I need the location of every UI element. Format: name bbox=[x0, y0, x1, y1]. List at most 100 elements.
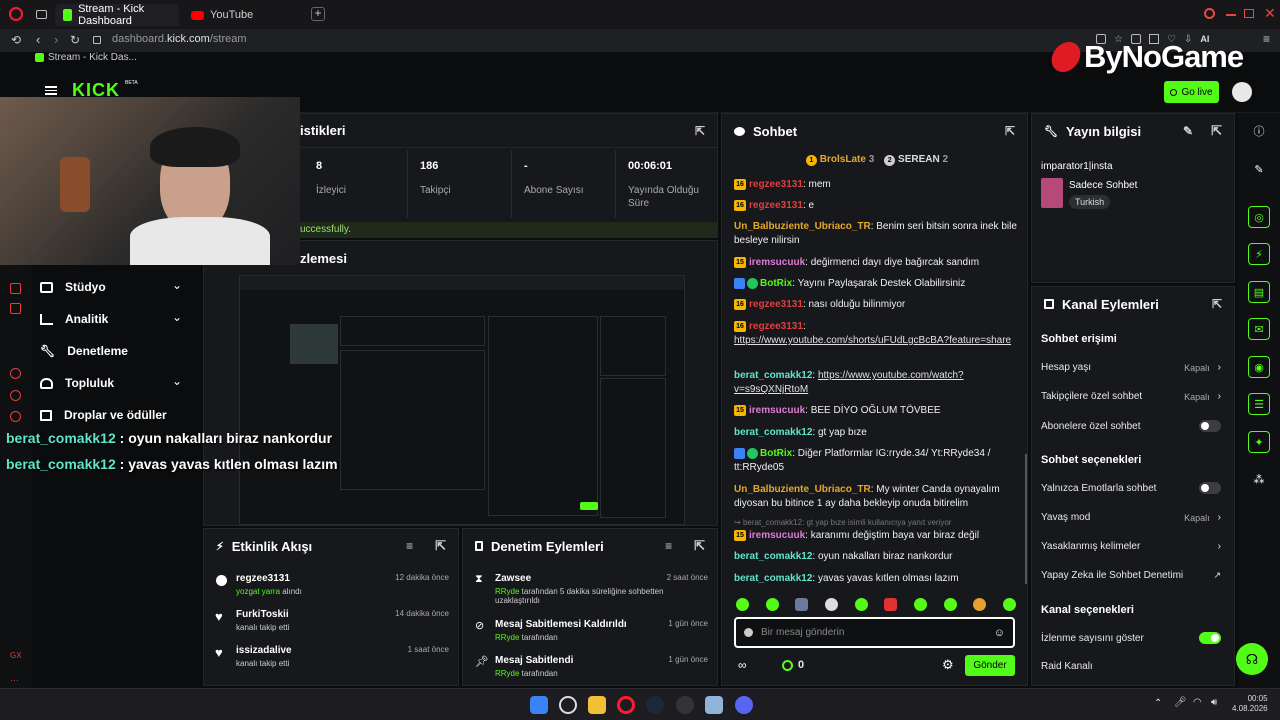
popout-icon[interactable]: ⇱ bbox=[694, 538, 705, 554]
emote-icon[interactable] bbox=[913, 598, 927, 611]
info-icon[interactable]: ⓘ bbox=[1248, 120, 1270, 142]
chat-input[interactable]: Bir mesaj gönderin ☺ bbox=[734, 617, 1015, 648]
windows-start-icon[interactable] bbox=[530, 696, 548, 714]
reload-icon[interactable]: ↻ bbox=[70, 33, 80, 47]
edit-icon[interactable]: ✎ bbox=[1248, 158, 1270, 180]
reload-tabs-icon[interactable]: ⟲ bbox=[11, 33, 21, 47]
emote-icon[interactable] bbox=[765, 598, 779, 611]
emote-icon[interactable] bbox=[973, 598, 987, 611]
chevron-down-icon[interactable]: ⌄ bbox=[172, 374, 182, 388]
support-button[interactable]: ☊ bbox=[1236, 643, 1268, 675]
tab-overview-icon[interactable] bbox=[36, 10, 47, 19]
toggle-switch[interactable] bbox=[1199, 482, 1221, 494]
popout-icon[interactable]: ⇱ bbox=[1211, 123, 1222, 139]
setting-account-age[interactable]: Hesap yaşı Kapalı › bbox=[1041, 362, 1221, 373]
send-button[interactable]: Gönder bbox=[965, 655, 1015, 676]
microphone-icon[interactable]: 🎤︎ bbox=[1174, 697, 1187, 708]
infinity-icon[interactable]: ∞ bbox=[738, 658, 747, 672]
bolt-icon[interactable]: ⚡︎ bbox=[1248, 243, 1270, 265]
close-button[interactable]: ✕ bbox=[1264, 5, 1276, 22]
minimize-button[interactable] bbox=[1226, 14, 1236, 16]
app-icon[interactable] bbox=[676, 696, 694, 714]
network-app-icon[interactable] bbox=[705, 696, 723, 714]
menu-icon[interactable]: ≡ bbox=[1263, 32, 1270, 46]
sidebar-item-drops[interactable]: Droplar ve ödüller bbox=[40, 408, 167, 422]
maximize-button[interactable] bbox=[1244, 9, 1254, 18]
tray-chevron-icon[interactable]: ⌃ bbox=[1154, 698, 1162, 709]
popout-icon[interactable]: ⇱ bbox=[435, 538, 446, 554]
rail-icon[interactable] bbox=[10, 283, 21, 294]
setting-ai-moderation[interactable]: Yapay Zeka ile Sohbet Denetimi ↗ bbox=[1041, 570, 1221, 581]
opera-icon[interactable] bbox=[617, 696, 635, 714]
steam-icon[interactable] bbox=[646, 696, 664, 714]
popout-icon[interactable]: ⇱ bbox=[1212, 297, 1222, 311]
setting-subscriber-only[interactable]: Abonelere özel sohbet bbox=[1041, 420, 1221, 432]
emote-icon[interactable] bbox=[943, 598, 957, 611]
rail-icon[interactable] bbox=[10, 303, 21, 314]
toggle-switch[interactable] bbox=[1199, 632, 1221, 644]
bookmark-item[interactable]: Stream - Kick Das... bbox=[48, 52, 137, 63]
gear-icon[interactable]: ⚙︎ bbox=[942, 657, 954, 673]
discord-icon[interactable] bbox=[735, 696, 753, 714]
category-name[interactable]: Sadece Sohbet bbox=[1069, 180, 1137, 191]
volume-icon[interactable]: 🔊︎ bbox=[1211, 697, 1217, 708]
setting-follower-only[interactable]: Takipçilere özel sohbet Kapalı › bbox=[1041, 391, 1221, 402]
popout-icon[interactable]: ⇱ bbox=[1005, 124, 1015, 138]
search-icon[interactable] bbox=[559, 696, 577, 714]
wifi-icon[interactable]: ◠ bbox=[1193, 697, 1202, 708]
sidebar-item-analytics[interactable]: Analitik bbox=[40, 312, 108, 326]
community-icon[interactable]: ⁂ bbox=[1248, 468, 1270, 490]
tag-badge[interactable]: Turkish bbox=[1069, 195, 1111, 209]
url-field[interactable]: dashboard.kick.com/stream bbox=[112, 33, 247, 45]
stream-preview[interactable] bbox=[239, 275, 685, 525]
popout-icon[interactable]: ⇱ bbox=[695, 124, 705, 138]
chat-icon[interactable]: ✉ bbox=[1248, 318, 1270, 340]
opera-icon[interactable] bbox=[9, 7, 23, 21]
document-icon[interactable]: ▤ bbox=[1248, 281, 1270, 303]
sidebar-item-studio[interactable]: Stüdyo bbox=[40, 280, 106, 294]
chat-scrollbar[interactable] bbox=[1025, 454, 1027, 584]
go-live-button[interactable]: Go live bbox=[1164, 81, 1219, 103]
chevron-down-icon[interactable]: ⌄ bbox=[172, 310, 182, 324]
edit-icon[interactable]: ✎ bbox=[1183, 124, 1193, 138]
forward-icon[interactable]: › bbox=[54, 32, 58, 47]
broadcast-icon[interactable]: ◉ bbox=[1248, 356, 1270, 378]
tab-kick-dashboard[interactable]: Stream - Kick Dashboard bbox=[55, 3, 179, 27]
emote-icon[interactable] bbox=[824, 598, 838, 611]
tab-youtube[interactable]: YouTube bbox=[183, 4, 307, 26]
filter-icon[interactable]: ≡ bbox=[665, 539, 672, 553]
filter-icon[interactable]: ≡ bbox=[406, 539, 413, 553]
gx-icon[interactable]: GX bbox=[10, 651, 22, 660]
chat-link[interactable]: https://www.youtube.com/shorts/uFUdLgcBc… bbox=[734, 335, 1011, 346]
back-icon[interactable]: ‹ bbox=[36, 32, 40, 47]
rail-icon[interactable] bbox=[10, 368, 21, 379]
wrench-icon[interactable]: ✦ bbox=[1248, 431, 1270, 453]
emote-icon[interactable] bbox=[795, 598, 809, 611]
emote-icon[interactable] bbox=[736, 598, 749, 611]
stream-icon[interactable]: ◎ bbox=[1248, 206, 1270, 228]
new-tab-button[interactable]: + bbox=[311, 7, 325, 21]
rail-icon[interactable] bbox=[10, 411, 21, 422]
sidebar-item-moderation[interactable]: 🔧︎ Denetleme bbox=[40, 344, 128, 358]
avatar[interactable] bbox=[1232, 82, 1252, 102]
chevron-down-icon[interactable]: ⌄ bbox=[172, 278, 182, 292]
emote-icon[interactable] bbox=[854, 598, 868, 611]
more-icon[interactable]: … bbox=[10, 673, 19, 683]
emoji-icon[interactable]: ☺ bbox=[994, 627, 1005, 639]
setting-raid-channel[interactable]: Raid Kanalı bbox=[1041, 661, 1221, 672]
setting-banned-words[interactable]: Yasaklanmış kelimeler › bbox=[1041, 541, 1221, 552]
search-icon[interactable] bbox=[1204, 8, 1215, 19]
setting-emote-only[interactable]: Yalnızca Emotlarla sohbet bbox=[1041, 482, 1221, 494]
setting-show-viewer-count[interactable]: İzlenme sayısını göster bbox=[1041, 632, 1221, 644]
sidebar-item-community[interactable]: Topluluk bbox=[40, 376, 114, 390]
stat-followers: 186 Takipçi bbox=[420, 160, 451, 196]
pin-icon: 📌︎ bbox=[475, 656, 489, 668]
emote-icon[interactable] bbox=[1002, 598, 1016, 611]
clock[interactable]: 00:05 4.08.2026 bbox=[1232, 694, 1268, 714]
layers-icon[interactable]: ☰ bbox=[1248, 393, 1270, 415]
emote-icon[interactable] bbox=[884, 598, 898, 611]
file-explorer-icon[interactable] bbox=[588, 696, 606, 714]
rail-icon[interactable] bbox=[10, 390, 21, 401]
setting-slow-mode[interactable]: Yavaş mod Kapalı › bbox=[1041, 512, 1221, 523]
toggle-switch[interactable] bbox=[1199, 420, 1221, 432]
